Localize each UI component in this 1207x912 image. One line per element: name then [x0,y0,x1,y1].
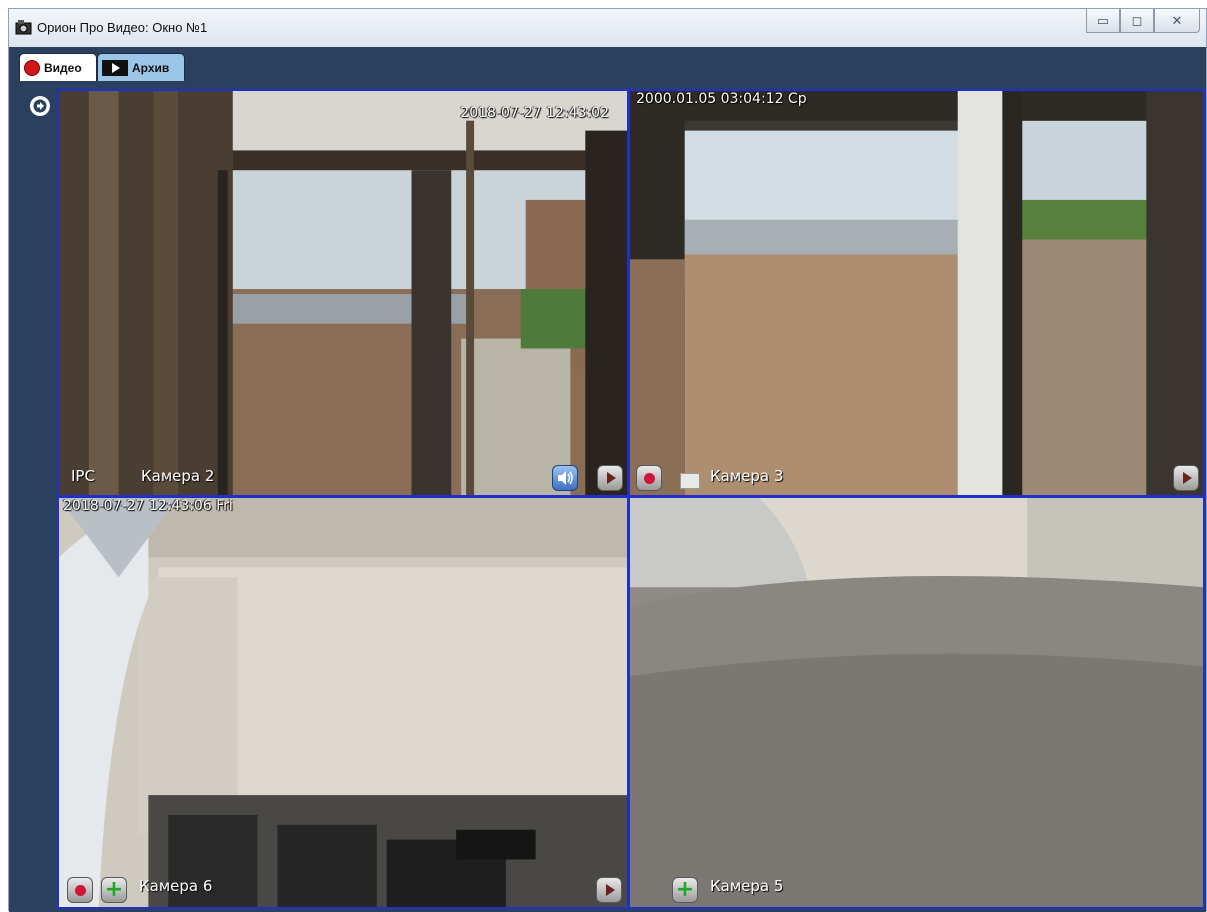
maximize-icon: ◻ [1131,12,1143,28]
camera-cell-6[interactable]: 2018-07-27 12:43:06 Fri + Камера 6 [57,496,629,909]
camera-2-video [59,91,627,495]
camera-cell-5[interactable]: + Камера 5 [628,496,1205,909]
camera-5-video [630,498,1203,907]
app-camera-icon [15,20,32,35]
play-icon [606,884,615,896]
camera-2-play-button[interactable] [597,465,623,491]
window-controls: ▭ ◻ ✕ [1086,9,1200,33]
camera-5-label: Камера 5 [710,877,784,895]
record-dot-icon [24,59,40,76]
camera-3-label: Камера 3 [710,467,784,485]
camera-6-video [59,498,627,907]
camera-3-video [630,91,1203,495]
camera-3-record-button[interactable] [636,465,662,491]
title-bar[interactable]: Орион Про Видео: Окно №1 ▭ ◻ ✕ [9,9,1206,47]
window-title: Орион Про Видео: Окно №1 [37,20,208,35]
camera-6-label: Камера 6 [139,877,213,895]
camera-6-add-button[interactable]: + [101,877,127,903]
record-icon [74,884,86,896]
arrow-right-icon [33,99,47,113]
tab-archive[interactable]: Архив [97,53,185,81]
close-button[interactable]: ✕ [1154,9,1200,33]
film-icon [102,59,128,76]
play-icon [1183,472,1192,484]
camera-3-snapshot-button[interactable] [680,473,700,489]
close-icon: ✕ [1171,12,1183,28]
minimize-icon: ▭ [1096,12,1110,28]
app-window: Орион Про Видео: Окно №1 ▭ ◻ ✕ Видео Арх… [8,8,1207,912]
play-icon [607,472,616,484]
record-icon [643,472,655,484]
speaker-icon [558,471,573,485]
camera-6-record-button[interactable] [67,877,93,903]
tab-video-label: Видео [44,60,82,75]
camera-2-type: IPC [71,467,95,485]
camera-5-add-button[interactable]: + [672,877,698,903]
camera-3-timestamp: 2000.01.05 03:04:12 Ср [636,91,807,107]
camera-6-timestamp: 2018-07-27 12:43:06 Fri [63,498,233,514]
camera-grid: 2018-07-27 12:43:02 IPC Камера 2 2000.01… [57,89,1205,909]
tab-video[interactable]: Видео [19,53,97,81]
plus-icon: + [104,877,124,902]
camera-cell-3[interactable]: 2000.01.05 03:04:12 Ср Камера 3 [628,89,1205,497]
camera-2-volume-button[interactable] [552,465,578,491]
plus-icon: + [675,877,695,902]
camera-2-timestamp: 2018-07-27 12:43:02 [460,105,609,121]
video-pane: 2018-07-27 12:43:02 IPC Камера 2 2000.01… [9,87,1206,912]
camera-3-play-button[interactable] [1173,465,1199,491]
tab-strip: Видео Архив [9,47,1206,87]
camera-cell-2[interactable]: 2018-07-27 12:43:02 IPC Камера 2 [57,89,629,497]
camera-6-play-button[interactable] [596,877,622,903]
expand-panel-button[interactable] [30,96,50,116]
tab-archive-label: Архив [132,60,170,75]
camera-2-label: Камера 2 [141,467,215,485]
minimize-button[interactable]: ▭ [1086,9,1120,33]
maximize-button[interactable]: ◻ [1120,9,1154,33]
